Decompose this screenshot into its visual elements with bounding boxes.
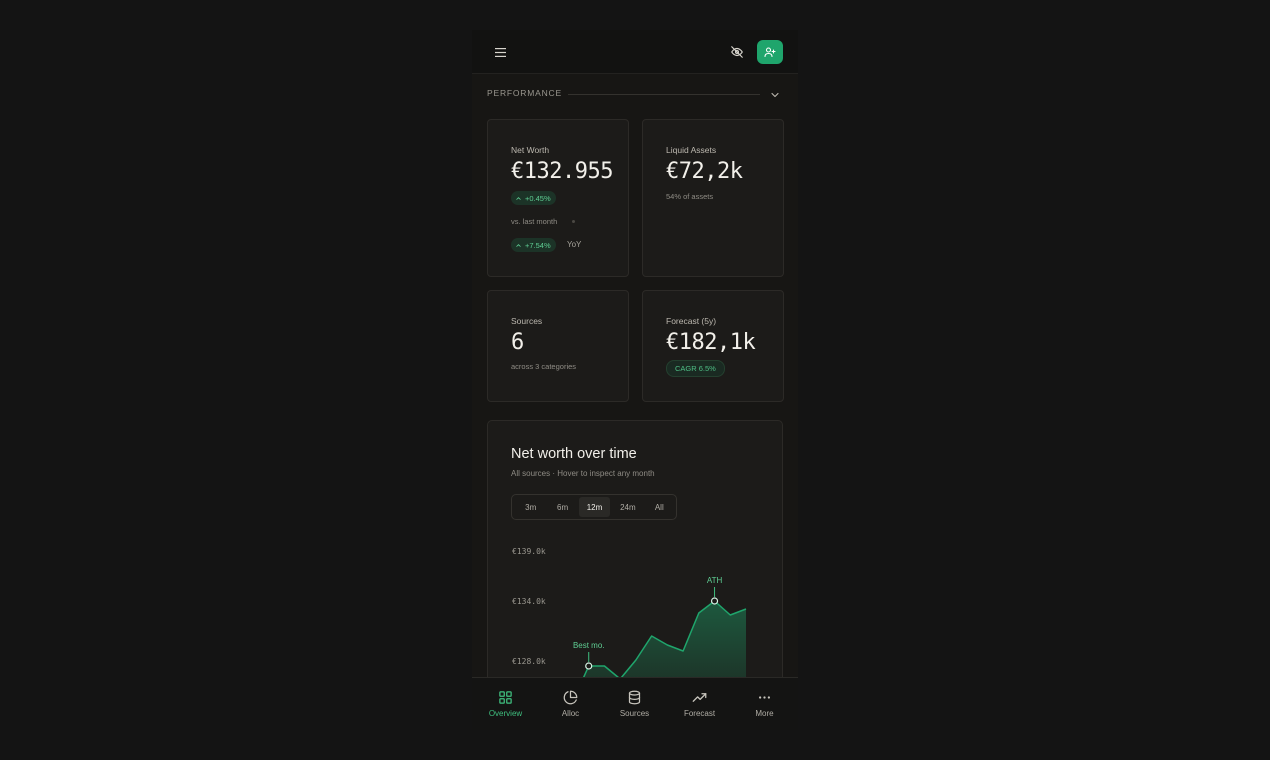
nav-alloc[interactable]: Alloc (538, 678, 603, 730)
liquid-assets-card[interactable]: Liquid Assets €72,2k 54% of assets (642, 119, 784, 277)
eye-off-icon (731, 46, 743, 58)
pie-chart-icon (563, 690, 578, 705)
net-worth-value: €132.955 (511, 159, 613, 184)
nav-sources-label: Sources (619, 709, 650, 718)
range-selector: 3m 6m 12m 24m All (511, 494, 677, 520)
nav-forecast[interactable]: Forecast (667, 678, 732, 730)
section-title: PERFORMANCE (487, 88, 562, 98)
cagr-value: CAGR 6.5% (675, 364, 716, 373)
trending-up-icon (692, 693, 707, 702)
yoy-change-badge: +7.54% (511, 238, 556, 252)
nav-overview-label: Overview (488, 709, 523, 718)
y-tick-label: €139.0k (512, 547, 546, 556)
range-3m-button[interactable]: 3m (515, 497, 546, 517)
add-user-button[interactable] (757, 40, 783, 64)
range-all-button[interactable]: All (646, 497, 673, 517)
yoy-change-value: +7.54% (525, 240, 551, 250)
range-12m-button[interactable]: 12m (578, 497, 611, 517)
forecast-value: €182,1k (666, 330, 756, 355)
chart-title: Net worth over time (511, 446, 637, 462)
separator-dot (572, 220, 575, 223)
net-worth-card[interactable]: Net Worth €132.955 +0.45% vs. last month… (487, 119, 629, 277)
nav-alloc-label: Alloc (561, 709, 580, 718)
section-divider (568, 94, 760, 95)
user-plus-icon (764, 47, 776, 58)
arrow-up-icon (516, 243, 521, 247)
chevron-down-icon (771, 92, 779, 98)
menu-button[interactable] (490, 42, 510, 62)
monthly-change-badge: +0.45% (511, 191, 556, 205)
monthly-change-value: +0.45% (525, 193, 551, 203)
annotation-point[interactable] (710, 597, 719, 605)
grid-icon (499, 691, 512, 704)
sources-count: 6 (511, 330, 524, 355)
sources-caption: across 3 categories (511, 362, 577, 371)
sources-card[interactable]: Sources 6 across 3 categories (487, 290, 629, 402)
y-tick-label: €134.0k (512, 597, 546, 606)
database-icon (628, 690, 641, 705)
forecast-card[interactable]: Forecast (5y) €182,1k CAGR 6.5% (642, 290, 784, 402)
cagr-badge: CAGR 6.5% (666, 360, 725, 377)
annotation-point[interactable] (585, 662, 593, 670)
nav-forecast-label: Forecast (683, 709, 716, 718)
liquid-assets-share: 54% of assets (666, 192, 714, 201)
net-worth-chart[interactable]: €139.0k €134.0k €128.0k Best mo. ATH (488, 536, 782, 681)
liquid-assets-value: €72,2k (666, 159, 743, 184)
yoy-caption: YoY (567, 240, 582, 249)
performance-section-toggle[interactable]: PERFORMANCE (487, 86, 783, 102)
monthly-caption: vs. last month (511, 217, 558, 226)
annotation-label: Best mo. (573, 641, 605, 650)
nav-sources[interactable]: Sources (602, 678, 667, 730)
sources-label: Sources (511, 316, 543, 326)
hide-values-button[interactable] (727, 42, 747, 62)
top-bar (472, 30, 798, 74)
net-worth-label: Net Worth (511, 145, 550, 155)
arrow-up-icon (516, 196, 521, 200)
chart-subtitle: All sources · Hover to inspect any month (511, 469, 655, 478)
bottom-navigation: Overview Alloc Sources Forecast More (472, 677, 798, 730)
range-6m-button[interactable]: 6m (546, 497, 578, 517)
nav-more[interactable]: More (732, 678, 797, 730)
nav-more-label: More (755, 709, 774, 718)
more-horizontal-icon (759, 696, 770, 699)
app-screen: PERFORMANCE Net Worth €132.955 +0.45% vs… (472, 30, 798, 730)
forecast-label: Forecast (5y) (666, 316, 717, 326)
range-24m-button[interactable]: 24m (610, 497, 645, 517)
hamburger-icon (494, 47, 506, 57)
y-tick-label: €128.0k (512, 657, 546, 666)
nav-overview[interactable]: Overview (473, 678, 538, 730)
liquid-assets-label: Liquid Assets (666, 145, 717, 155)
annotation-label: ATH (707, 576, 723, 585)
